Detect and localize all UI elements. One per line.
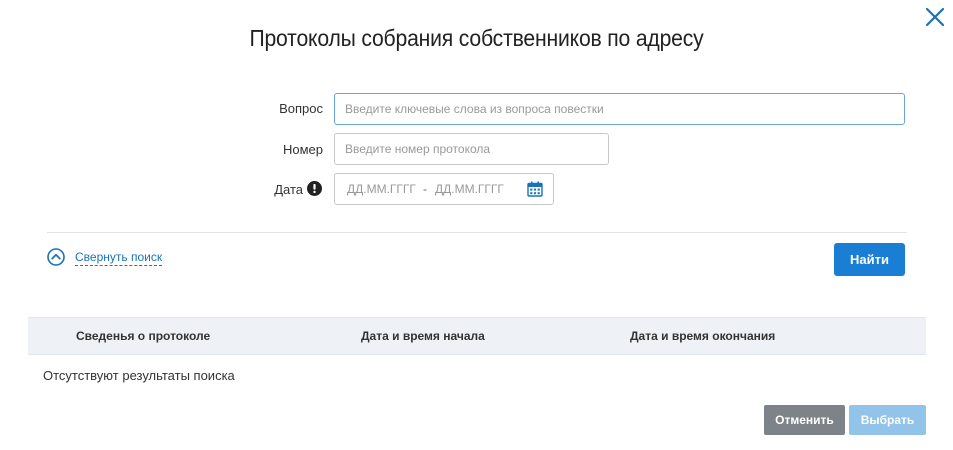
- date-to-input[interactable]: [423, 174, 511, 204]
- warning-icon[interactable]: [307, 181, 322, 196]
- divider: [47, 232, 907, 233]
- date-label: Дата: [274, 182, 303, 197]
- results-table-header: Сведенья о протоколе Дата и время начала…: [28, 317, 926, 355]
- number-input[interactable]: [334, 133, 609, 165]
- date-range-field: -: [334, 173, 554, 205]
- find-button[interactable]: Найти: [834, 243, 905, 276]
- date-from-input[interactable]: [335, 174, 423, 204]
- select-button[interactable]: Выбрать: [849, 405, 926, 435]
- empty-results-message: Отсутствуют результаты поиска: [43, 368, 235, 383]
- calendar-icon[interactable]: [527, 181, 543, 197]
- column-protocol-info: Сведенья о протоколе: [76, 329, 211, 343]
- close-icon[interactable]: [922, 4, 948, 30]
- question-input[interactable]: [334, 93, 905, 125]
- column-start-datetime: Дата и время начала: [361, 329, 485, 343]
- column-end-datetime: Дата и время окончания: [630, 329, 776, 343]
- chevron-up-circle-icon[interactable]: [47, 248, 65, 266]
- cancel-button[interactable]: Отменить: [764, 405, 845, 435]
- number-label: Номер: [282, 142, 323, 157]
- collapse-search-link[interactable]: Свернуть поиск: [75, 250, 163, 266]
- dialog-title: Протоколы собрания собственников по адре…: [249, 25, 704, 51]
- question-label: Вопрос: [279, 101, 323, 116]
